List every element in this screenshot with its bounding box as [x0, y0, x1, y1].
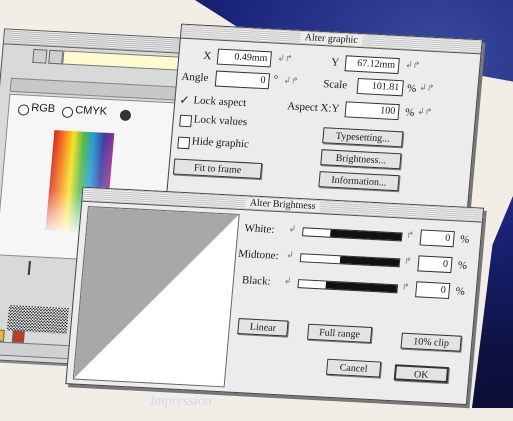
app-back-icon[interactable]: [48, 49, 64, 65]
typesetting-button[interactable]: Typesetting...: [322, 127, 404, 148]
scale-field[interactable]: 101.81: [356, 77, 404, 97]
black-label: Black:: [241, 274, 272, 288]
hide-graphic-label: Hide graphic: [191, 135, 250, 151]
white-label: White:: [243, 222, 275, 236]
white-unit: %: [459, 233, 470, 246]
black-slider[interactable]: [297, 279, 399, 294]
lock-values-label: Lock values: [193, 113, 248, 129]
full-range-button[interactable]: Full range: [306, 323, 373, 343]
ok-button[interactable]: OK: [393, 364, 450, 384]
black-field[interactable]: 0: [415, 281, 451, 300]
screen: RGB CMYK sc1 Alter graphic X 0.49mm ↲↱ Y…: [0, 0, 513, 421]
midtone-unit: %: [457, 259, 468, 272]
midtone-left-icon[interactable]: ↲: [286, 250, 294, 260]
hide-graphic-checkbox[interactable]: [177, 136, 191, 150]
x-adjust-icon[interactable]: ↲↱: [277, 54, 293, 65]
midtone-label: Midtone:: [237, 247, 280, 263]
midtone-slider-fill: [339, 256, 400, 267]
black-unit: %: [455, 285, 466, 298]
brightness-button[interactable]: Brightness...: [320, 149, 402, 170]
white-left-icon[interactable]: ↲: [288, 225, 296, 235]
scale-unit: %: [406, 82, 417, 96]
x-field[interactable]: 0.49mm: [216, 48, 272, 68]
alter-brightness-dialog: Alter Brightness White: ↲ ↱ 0 % Midtone:…: [65, 186, 485, 406]
white-right-icon[interactable]: ↱: [406, 231, 414, 241]
white-slider-fill: [330, 229, 402, 241]
angle-unit: °: [273, 73, 279, 86]
radio-rgb-label: RGB: [30, 101, 56, 116]
scale-adjust-icon[interactable]: ↲↱: [419, 83, 435, 94]
information-button[interactable]: Information...: [318, 171, 400, 192]
cancel-button[interactable]: Cancel: [325, 358, 382, 378]
aspect-field[interactable]: 100: [344, 101, 400, 121]
midtone-field[interactable]: 0: [417, 255, 453, 274]
ten-percent-clip-button[interactable]: 10% clip: [400, 332, 462, 352]
y-adjust-icon[interactable]: ↲↱: [405, 60, 421, 71]
tool-icon[interactable]: [0, 329, 5, 342]
scale-label: Scale: [322, 78, 348, 92]
preview-shade: [74, 207, 239, 386]
lock-aspect-checkbox[interactable]: ✓: [179, 93, 190, 107]
linear-button[interactable]: Linear: [237, 318, 289, 337]
black-left-icon[interactable]: ↲: [284, 276, 292, 286]
radio-cmyk-label: CMYK: [74, 104, 108, 118]
angle-label: Angle: [180, 70, 209, 85]
white-slider[interactable]: [301, 227, 403, 242]
midtone-slider[interactable]: [299, 253, 401, 268]
alter-brightness-title: Alter Brightness: [245, 197, 320, 213]
slider-marker: [27, 260, 31, 276]
angle-field[interactable]: 0: [214, 70, 271, 90]
aspect-label: Aspect X:Y: [286, 100, 340, 116]
brightness-preview: [72, 206, 240, 388]
y-label: Y: [330, 56, 340, 69]
lock-aspect-label: Lock aspect: [192, 94, 247, 110]
angle-adjust-icon[interactable]: ↲↱: [283, 76, 299, 87]
white-field[interactable]: 0: [419, 229, 455, 248]
y-field[interactable]: 67.12mm: [344, 55, 400, 75]
tool-icon[interactable]: [11, 330, 25, 343]
midtone-right-icon[interactable]: ↱: [404, 257, 412, 267]
x-label: X: [202, 49, 212, 63]
aspect-unit: %: [404, 106, 415, 119]
black-right-icon[interactable]: ↱: [401, 283, 409, 293]
fit-to-frame-button[interactable]: Fit to frame: [172, 158, 263, 180]
lock-values-checkbox[interactable]: [179, 114, 193, 128]
aspect-adjust-icon[interactable]: ↲↱: [417, 107, 433, 118]
alter-graphic-title: Alter graphic: [300, 31, 363, 47]
app-close-icon[interactable]: [32, 48, 48, 64]
black-slider-fill: [325, 281, 397, 293]
